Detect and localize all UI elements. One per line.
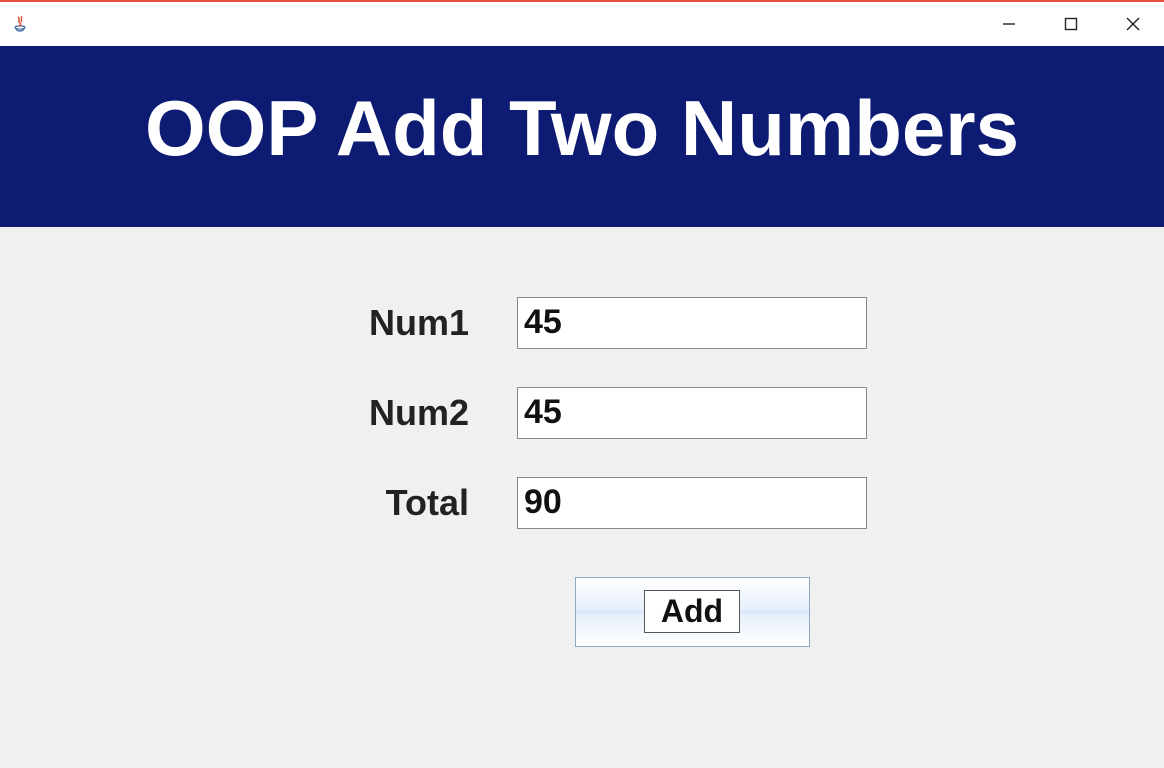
minimize-button[interactable] bbox=[978, 2, 1040, 46]
titlebar bbox=[0, 2, 1164, 46]
button-row: Add bbox=[297, 577, 867, 647]
num2-label: Num2 bbox=[297, 392, 517, 434]
application-window: OOP Add Two Numbers Num1 Num2 Total Add bbox=[0, 0, 1164, 768]
total-label: Total bbox=[297, 482, 517, 524]
maximize-button[interactable] bbox=[1040, 2, 1102, 46]
add-button[interactable]: Add bbox=[575, 577, 810, 647]
num2-input[interactable] bbox=[517, 387, 867, 439]
num1-row: Num1 bbox=[297, 297, 867, 349]
num2-row: Num2 bbox=[297, 387, 867, 439]
num1-label: Num1 bbox=[297, 302, 517, 344]
close-button[interactable] bbox=[1102, 2, 1164, 46]
java-app-icon bbox=[8, 12, 32, 36]
form-area: Num1 Num2 Total Add bbox=[0, 227, 1164, 768]
window-controls bbox=[978, 2, 1164, 46]
total-row: Total bbox=[297, 477, 867, 529]
titlebar-left bbox=[8, 12, 32, 36]
num1-input[interactable] bbox=[517, 297, 867, 349]
total-input[interactable] bbox=[517, 477, 867, 529]
banner-title: OOP Add Two Numbers bbox=[0, 46, 1164, 227]
content-pane: OOP Add Two Numbers Num1 Num2 Total Add bbox=[0, 46, 1164, 768]
add-button-label: Add bbox=[644, 590, 740, 633]
